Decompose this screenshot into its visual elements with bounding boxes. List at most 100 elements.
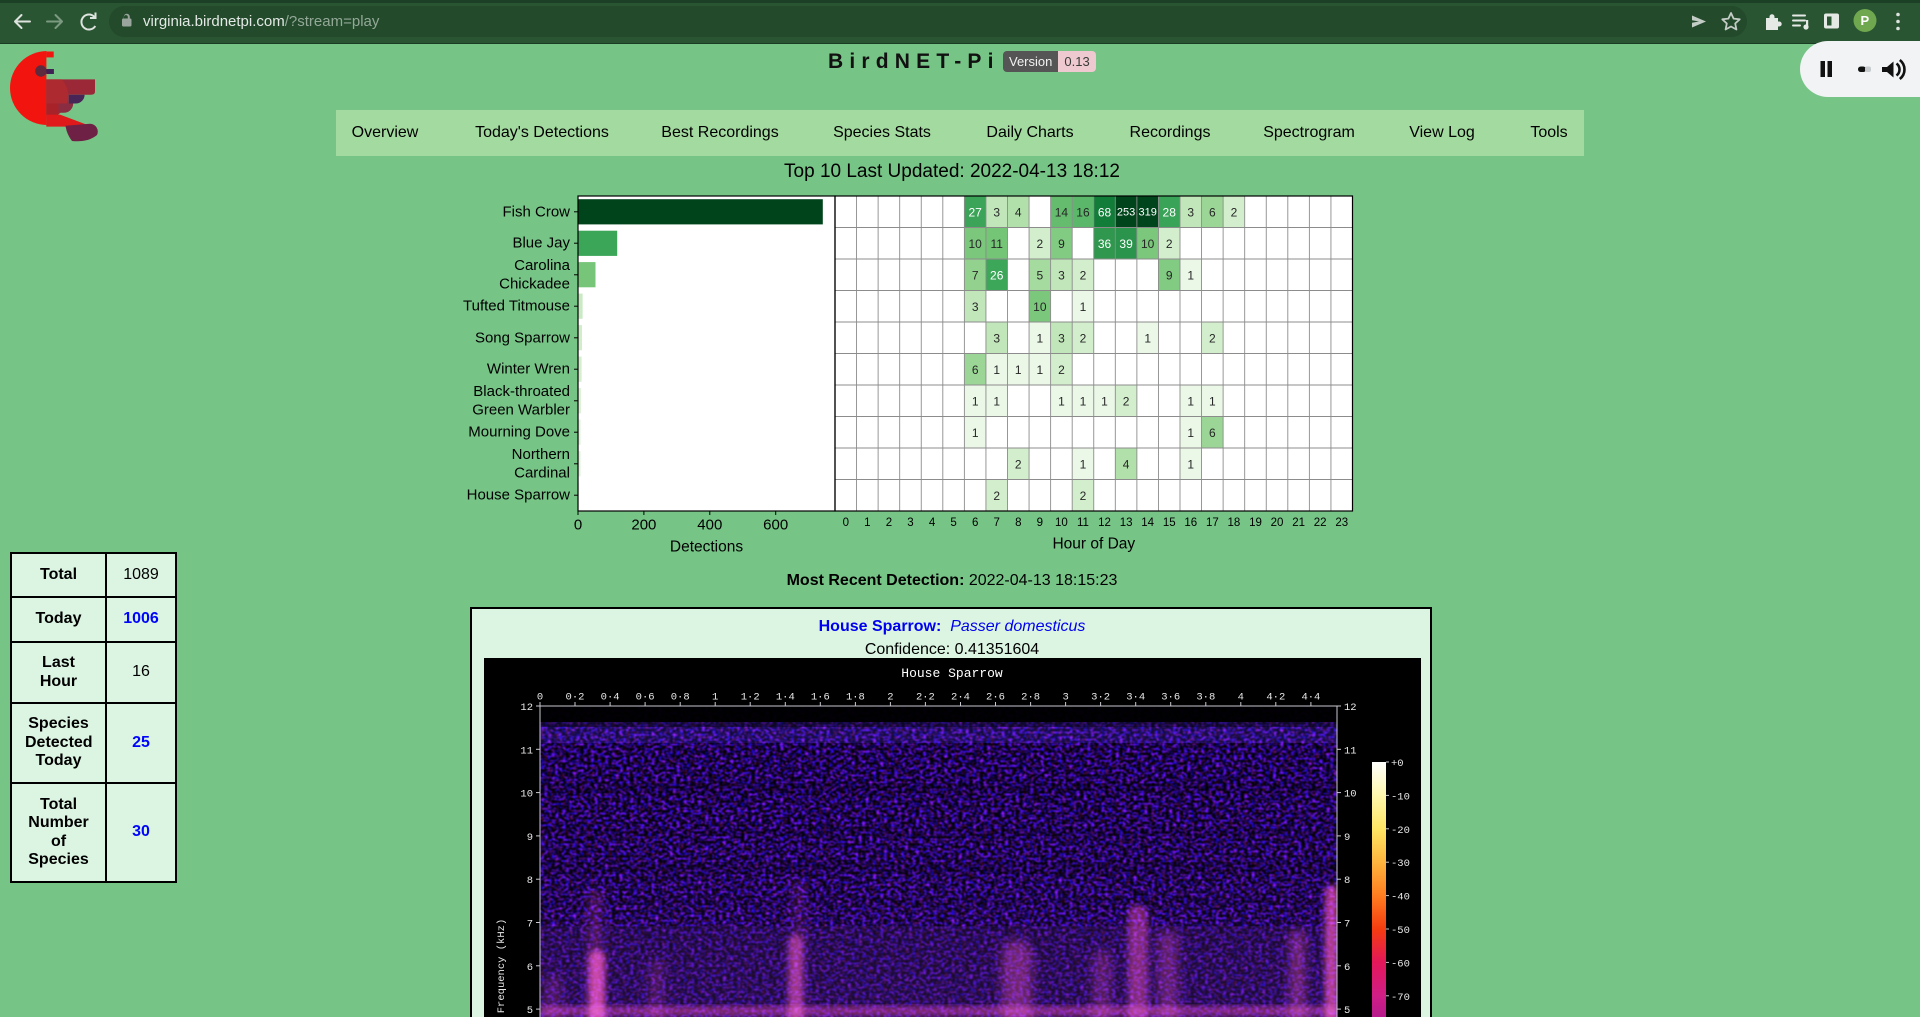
svg-text:7: 7 — [972, 268, 979, 282]
svg-text:1: 1 — [1101, 394, 1108, 408]
svg-text:9: 9 — [1037, 517, 1043, 529]
svg-text:6: 6 — [1344, 962, 1350, 974]
svg-text:6: 6 — [1209, 426, 1216, 440]
svg-text:-70: -70 — [1391, 992, 1410, 1004]
svg-text:0: 0 — [537, 692, 543, 704]
svg-text:1: 1 — [1187, 426, 1194, 440]
svg-text:Winter Wren: Winter Wren — [487, 361, 570, 378]
svg-text:Blue Jay: Blue Jay — [512, 235, 570, 252]
svg-text:1: 1 — [1015, 363, 1022, 377]
svg-text:3: 3 — [1062, 692, 1068, 704]
svg-text:Black-throated: Black-throated — [473, 383, 570, 400]
svg-text:6: 6 — [527, 962, 533, 974]
svg-text:0·2: 0·2 — [566, 692, 585, 704]
svg-text:Carolina: Carolina — [514, 257, 571, 274]
svg-text:House Sparrow: House Sparrow — [901, 666, 1003, 681]
svg-text:23: 23 — [1335, 517, 1348, 529]
svg-text:1: 1 — [993, 394, 1000, 408]
svg-text:2·6: 2·6 — [986, 692, 1005, 704]
svg-text:10: 10 — [1055, 517, 1068, 529]
svg-text:6: 6 — [1209, 205, 1216, 219]
svg-text:6: 6 — [972, 517, 978, 529]
svg-text:Fish Crow: Fish Crow — [502, 203, 570, 220]
svg-text:8: 8 — [1344, 875, 1350, 887]
svg-text:House Sparrow: House Sparrow — [467, 487, 571, 504]
svg-text:5: 5 — [527, 1005, 533, 1017]
svg-text:-60: -60 — [1391, 958, 1410, 970]
svg-text:0·8: 0·8 — [671, 692, 690, 704]
svg-text:1: 1 — [1187, 457, 1194, 471]
svg-text:319: 319 — [1138, 206, 1156, 218]
svg-text:12: 12 — [1098, 517, 1111, 529]
svg-text:7: 7 — [527, 919, 533, 931]
svg-text:+0: +0 — [1391, 758, 1404, 770]
svg-text:11: 11 — [1077, 517, 1089, 529]
svg-text:-10: -10 — [1391, 791, 1410, 803]
svg-text:1: 1 — [1144, 331, 1151, 345]
svg-text:2: 2 — [1058, 363, 1065, 377]
svg-text:2: 2 — [1231, 205, 1238, 219]
svg-text:8: 8 — [527, 875, 533, 887]
svg-text:27: 27 — [968, 205, 982, 219]
svg-text:14: 14 — [1055, 205, 1069, 219]
svg-text:5: 5 — [1036, 268, 1043, 282]
svg-text:Northern: Northern — [512, 446, 570, 463]
svg-text:18: 18 — [1228, 517, 1241, 529]
svg-text:39: 39 — [1119, 237, 1133, 251]
svg-text:3: 3 — [1058, 331, 1065, 345]
svg-text:2: 2 — [1015, 457, 1022, 471]
svg-text:6: 6 — [972, 363, 979, 377]
svg-text:2: 2 — [887, 692, 893, 704]
svg-text:2·8: 2·8 — [1021, 692, 1040, 704]
svg-text:20: 20 — [1271, 517, 1284, 529]
svg-text:Top 10 Last Updated: 2022-04-1: Top 10 Last Updated: 2022-04-13 18:12 — [784, 161, 1120, 182]
svg-text:1·6: 1·6 — [811, 692, 830, 704]
svg-text:9: 9 — [1166, 268, 1173, 282]
svg-text:3: 3 — [993, 331, 1000, 345]
svg-text:36: 36 — [1098, 237, 1112, 251]
svg-text:16: 16 — [1184, 517, 1197, 529]
svg-text:1: 1 — [1080, 300, 1087, 314]
svg-text:10: 10 — [520, 789, 533, 801]
svg-text:1: 1 — [864, 517, 870, 529]
svg-text:11: 11 — [990, 237, 1003, 251]
svg-text:1: 1 — [1058, 394, 1065, 408]
svg-text:9: 9 — [527, 832, 533, 844]
svg-text:1: 1 — [993, 363, 1000, 377]
svg-text:68: 68 — [1098, 205, 1112, 219]
svg-text:200: 200 — [631, 517, 656, 534]
svg-text:0: 0 — [574, 517, 582, 534]
svg-text:2: 2 — [886, 517, 892, 529]
svg-text:600: 600 — [763, 517, 788, 534]
svg-text:22: 22 — [1314, 517, 1327, 529]
svg-text:19: 19 — [1249, 517, 1262, 529]
svg-text:3: 3 — [993, 205, 1000, 219]
svg-text:21: 21 — [1292, 517, 1305, 529]
svg-text:Green Warbler: Green Warbler — [472, 402, 570, 419]
svg-text:1: 1 — [972, 394, 979, 408]
svg-text:1: 1 — [1187, 394, 1194, 408]
svg-text:3: 3 — [907, 517, 913, 529]
svg-text:3·2: 3·2 — [1091, 692, 1110, 704]
svg-text:1·2: 1·2 — [741, 692, 760, 704]
svg-text:Mourning Dove: Mourning Dove — [468, 424, 570, 441]
svg-text:12: 12 — [1344, 702, 1357, 714]
svg-text:2·4: 2·4 — [951, 692, 970, 704]
svg-text:7: 7 — [994, 517, 1000, 529]
svg-text:4: 4 — [1123, 457, 1130, 471]
svg-text:-50: -50 — [1391, 925, 1410, 937]
svg-text:4·4: 4·4 — [1301, 692, 1320, 704]
svg-text:28: 28 — [1163, 205, 1177, 219]
svg-text:2: 2 — [993, 489, 1000, 503]
svg-text:3·4: 3·4 — [1126, 692, 1145, 704]
svg-text:10: 10 — [1344, 789, 1357, 801]
svg-text:11: 11 — [520, 745, 533, 757]
svg-text:Detections: Detections — [670, 539, 743, 556]
svg-text:15: 15 — [1163, 517, 1176, 529]
svg-text:1: 1 — [712, 692, 718, 704]
svg-text:1: 1 — [1187, 268, 1194, 282]
svg-text:11: 11 — [1344, 745, 1357, 757]
svg-text:1: 1 — [1080, 457, 1087, 471]
svg-text:2: 2 — [1080, 331, 1087, 345]
svg-text:Cardinal: Cardinal — [514, 465, 570, 482]
